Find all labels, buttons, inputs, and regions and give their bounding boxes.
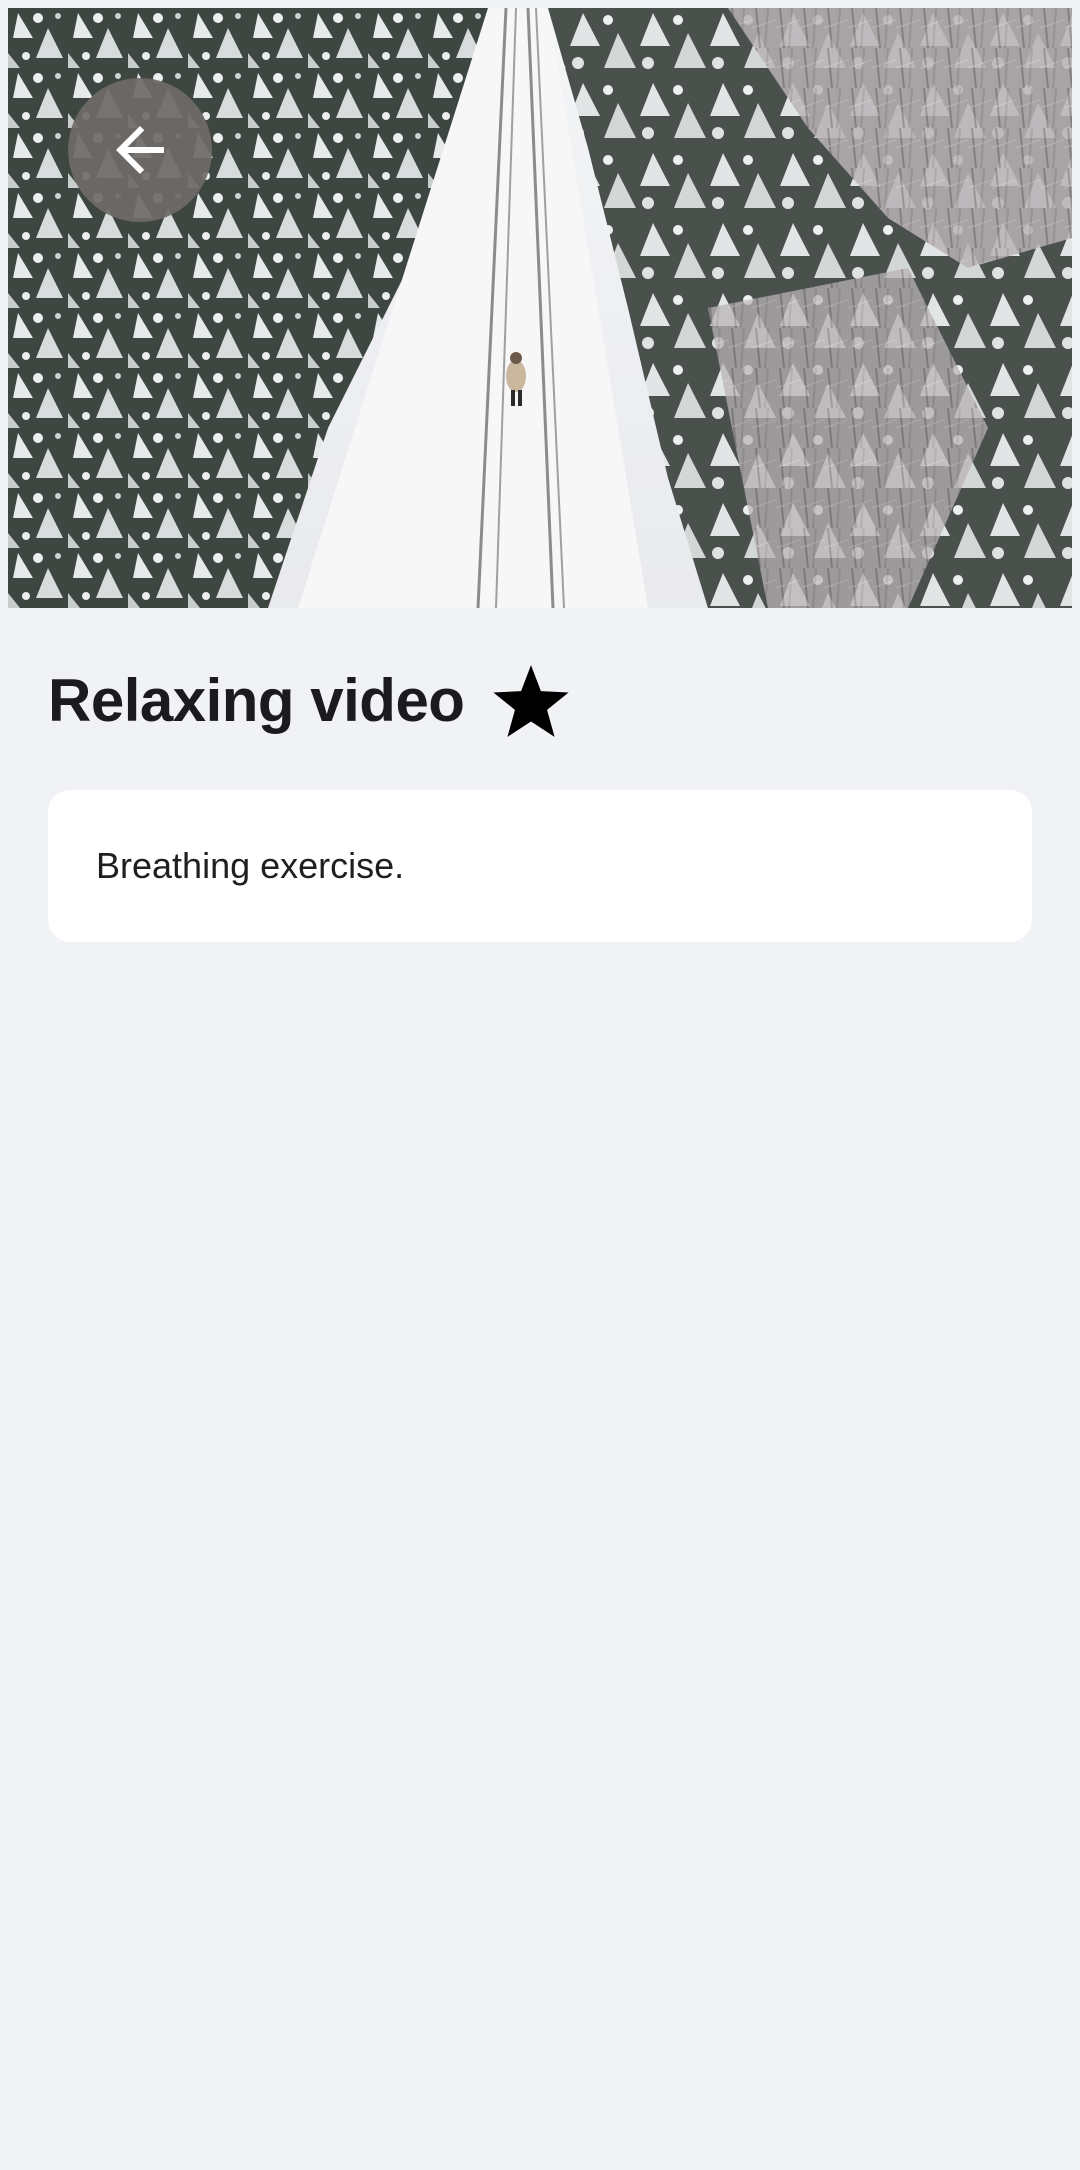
video-player[interactable] xyxy=(8,8,1072,608)
title-row: Relaxing video xyxy=(48,655,572,745)
description-card: Breathing exercise. xyxy=(48,790,1032,942)
description-text: Breathing exercise. xyxy=(96,845,405,886)
video-detail-screen: Relaxing video Breathing exercise. xyxy=(0,0,1080,2170)
page-title: Relaxing video xyxy=(48,666,465,734)
star-icon[interactable] xyxy=(490,659,572,741)
arrow-left-icon xyxy=(116,126,164,174)
back-button[interactable] xyxy=(68,78,212,222)
